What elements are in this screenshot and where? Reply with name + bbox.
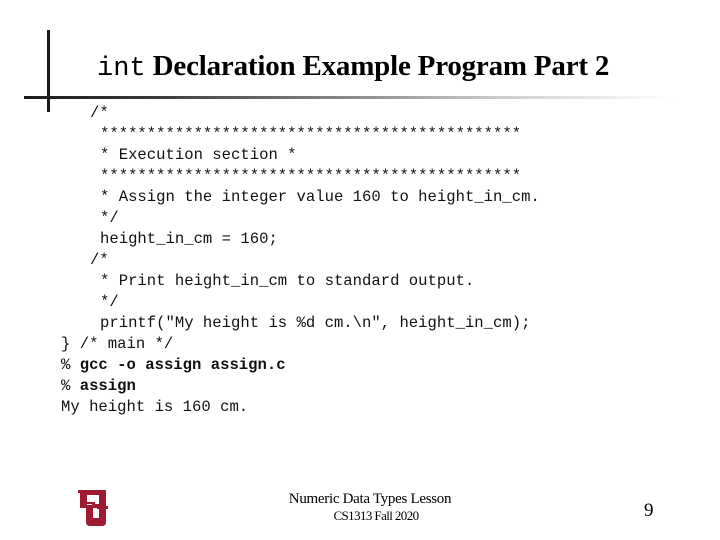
horizontal-rule (24, 96, 674, 99)
shell-command: assign (79, 377, 136, 395)
page-number: 9 (644, 500, 654, 521)
shell-prompt: % (61, 356, 80, 374)
slide-title: int Declaration Example Program Part 2 (97, 48, 609, 87)
code-line: */ (100, 293, 119, 311)
code-line: * Execution section * (100, 146, 297, 164)
code-line: */ (100, 209, 119, 227)
code-line: /* (90, 104, 109, 122)
code-line: height_in_cm = 160; (100, 230, 278, 248)
footer-term: CS1313 Fall 2020 (333, 508, 419, 523)
ou-logo-icon (77, 488, 109, 528)
slide-title-text: Declaration Example Program Part 2 (145, 50, 610, 82)
shell-command: gcc -o assign assign.c (79, 356, 286, 374)
program-output: My height is 160 cm. (61, 398, 249, 416)
code-line: * Assign the integer value 160 to height… (100, 188, 540, 206)
code-line: /* (90, 251, 109, 269)
shell-command-line: % assign (61, 376, 136, 396)
slide-title-code: int (97, 54, 146, 84)
code-line: printf("My height is %d cm.\n", height_i… (100, 314, 531, 332)
shell-prompt: % (61, 377, 80, 395)
code-line: ****************************************… (100, 125, 522, 143)
vertical-rule (47, 30, 50, 112)
footer-course-title: Numeric Data Types Lesson (288, 491, 452, 507)
shell-command-line: % gcc -o assign assign.c (61, 355, 286, 375)
code-line: * Print height_in_cm to standard output. (100, 272, 475, 290)
code-line: } /* main */ (61, 335, 174, 353)
code-line: ****************************************… (100, 167, 522, 185)
